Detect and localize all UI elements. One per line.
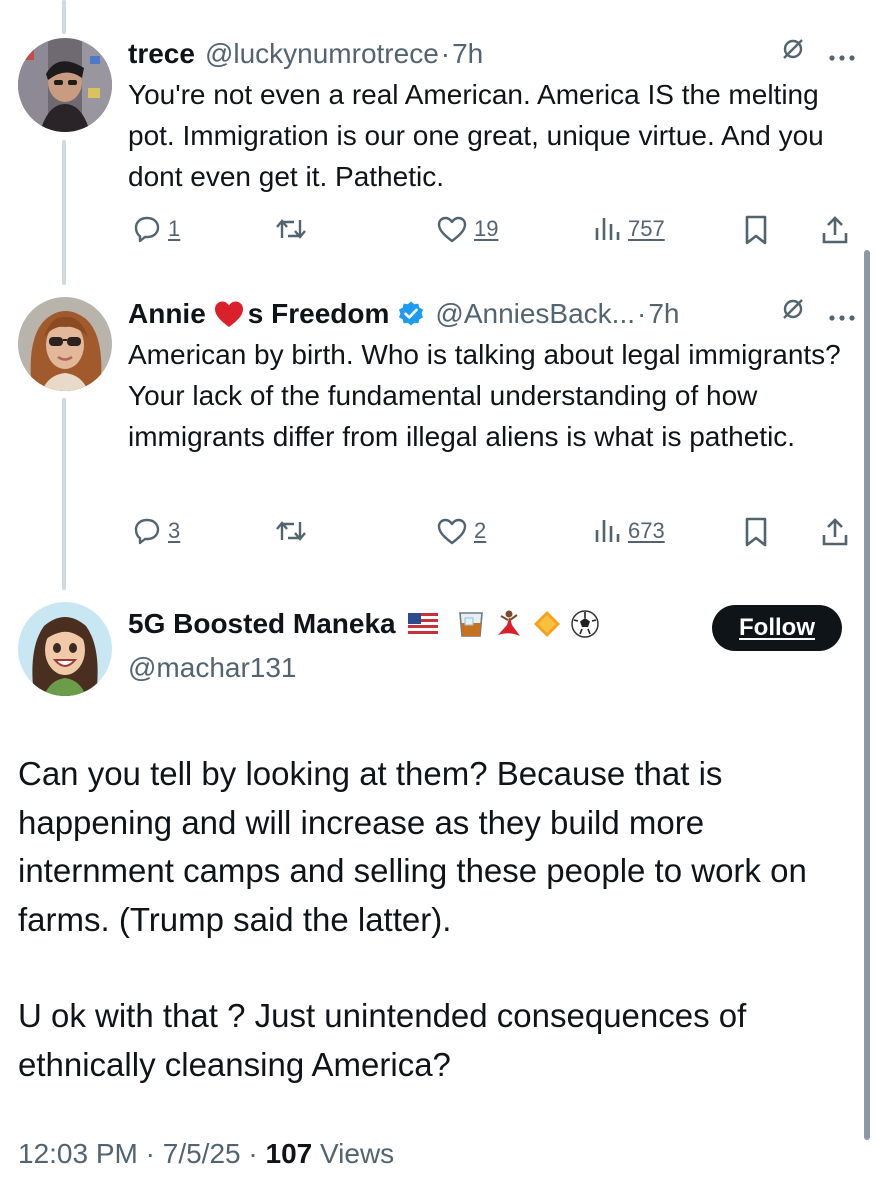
separator: · <box>248 1138 258 1169</box>
like-count: 19 <box>474 216 499 241</box>
display-name[interactable]: Annie s Freedom <box>128 298 425 330</box>
main-post-author[interactable]: 5G Boosted Maneka <box>128 608 600 640</box>
thread-line-2 <box>62 398 66 590</box>
grok-slash-icon[interactable] <box>780 296 806 329</box>
like-count: 2 <box>474 518 487 543</box>
views-count: 107 <box>265 1138 313 1169</box>
reply-text: American by birth. Who is talking about … <box>128 339 841 452</box>
thread-line-top <box>62 0 66 34</box>
reply-count: 3 <box>168 518 181 543</box>
orange-diamond-emoji-icon <box>532 609 562 639</box>
display-name-part1: Annie <box>128 298 206 329</box>
avatar-trece[interactable] <box>18 38 112 132</box>
post-time[interactable]: 7h <box>648 298 679 330</box>
grok-slash-icon[interactable] <box>780 36 806 69</box>
post-metadata: 12:03 PM · 7/5/25 · 107 Views <box>18 1138 394 1170</box>
views-count: 673 <box>628 518 665 543</box>
verified-badge-icon <box>397 300 425 328</box>
separator: · <box>145 1138 155 1169</box>
share-icon <box>822 216 848 244</box>
avatar-maneka[interactable] <box>18 602 112 696</box>
separator: · <box>637 298 647 329</box>
main-post-paragraph-2: U ok with that ? Just unintended consequ… <box>18 997 747 1083</box>
bar-chart-icon <box>595 520 620 542</box>
reply-annie: Annie s Freedom @AnniesBack... · 7h Amer… <box>128 296 856 457</box>
views-button[interactable]: 757 <box>592 214 665 244</box>
like-button[interactable]: 2 <box>436 516 486 546</box>
display-name-part2: s Freedom <box>247 298 390 329</box>
display-name: 5G Boosted Maneka <box>128 608 396 639</box>
views-count: 757 <box>628 216 665 241</box>
avatar-annie[interactable] <box>18 297 112 391</box>
bookmark-button[interactable] <box>742 516 770 548</box>
reply-header: trece @luckynumrotrece · 7h <box>128 36 856 72</box>
more-icon[interactable] <box>828 297 856 329</box>
reply-icon <box>134 518 160 545</box>
red-heart-emoji-icon <box>212 299 246 329</box>
reply-button[interactable]: 1 <box>132 214 180 244</box>
reply-trece: trece @luckynumrotrece · 7h You're not e… <box>128 36 856 197</box>
follow-button[interactable]: Follow <box>712 605 842 651</box>
reply-icon <box>134 216 160 243</box>
scrollbar[interactable] <box>864 250 870 1140</box>
more-icon[interactable] <box>828 37 856 69</box>
action-bar: 3 2 673 <box>128 516 856 556</box>
reply-header: Annie s Freedom @AnniesBack... · 7h <box>128 296 856 332</box>
separator: · <box>440 38 451 69</box>
bookmark-button[interactable] <box>742 214 770 246</box>
heart-icon <box>437 216 467 243</box>
thread-line-1 <box>62 140 66 285</box>
soccer-ball-emoji-icon <box>570 609 600 639</box>
heart-icon <box>437 518 467 545</box>
bookmark-icon <box>745 517 767 547</box>
display-name[interactable]: trece <box>128 38 195 70</box>
bar-chart-icon <box>595 218 620 240</box>
dancer-emoji-icon <box>494 609 524 639</box>
action-bar: 1 19 757 <box>128 214 856 254</box>
repost-icon <box>276 219 306 239</box>
share-button[interactable] <box>820 516 850 548</box>
user-handle[interactable]: @luckynumrotrece <box>205 38 439 70</box>
repost-icon <box>276 521 306 541</box>
post-time[interactable]: 7h <box>452 38 483 70</box>
reply-count: 1 <box>168 216 181 241</box>
user-handle[interactable]: @AnniesBack... <box>435 298 635 330</box>
views-label: Views <box>320 1138 395 1169</box>
whiskey-glass-emoji-icon <box>456 609 486 639</box>
like-button[interactable]: 19 <box>436 214 498 244</box>
views-button[interactable]: 673 <box>592 516 665 546</box>
share-button[interactable] <box>820 214 850 246</box>
main-post-text: Can you tell by looking at them? Because… <box>18 750 848 1089</box>
reply-button[interactable]: 3 <box>132 516 180 546</box>
post-time[interactable]: 12:03 PM <box>18 1138 138 1169</box>
post-date[interactable]: 7/5/25 <box>163 1138 241 1169</box>
repost-button[interactable] <box>274 214 308 244</box>
repost-button[interactable] <box>274 516 308 546</box>
main-post-paragraph-1: Can you tell by looking at them? Because… <box>18 755 807 938</box>
user-handle[interactable]: @machar131 <box>128 652 297 684</box>
bookmark-icon <box>745 215 767 245</box>
share-icon <box>822 518 848 546</box>
reply-text: You're not even a real American. America… <box>128 79 824 192</box>
us-flag-emoji-icon <box>407 609 438 639</box>
